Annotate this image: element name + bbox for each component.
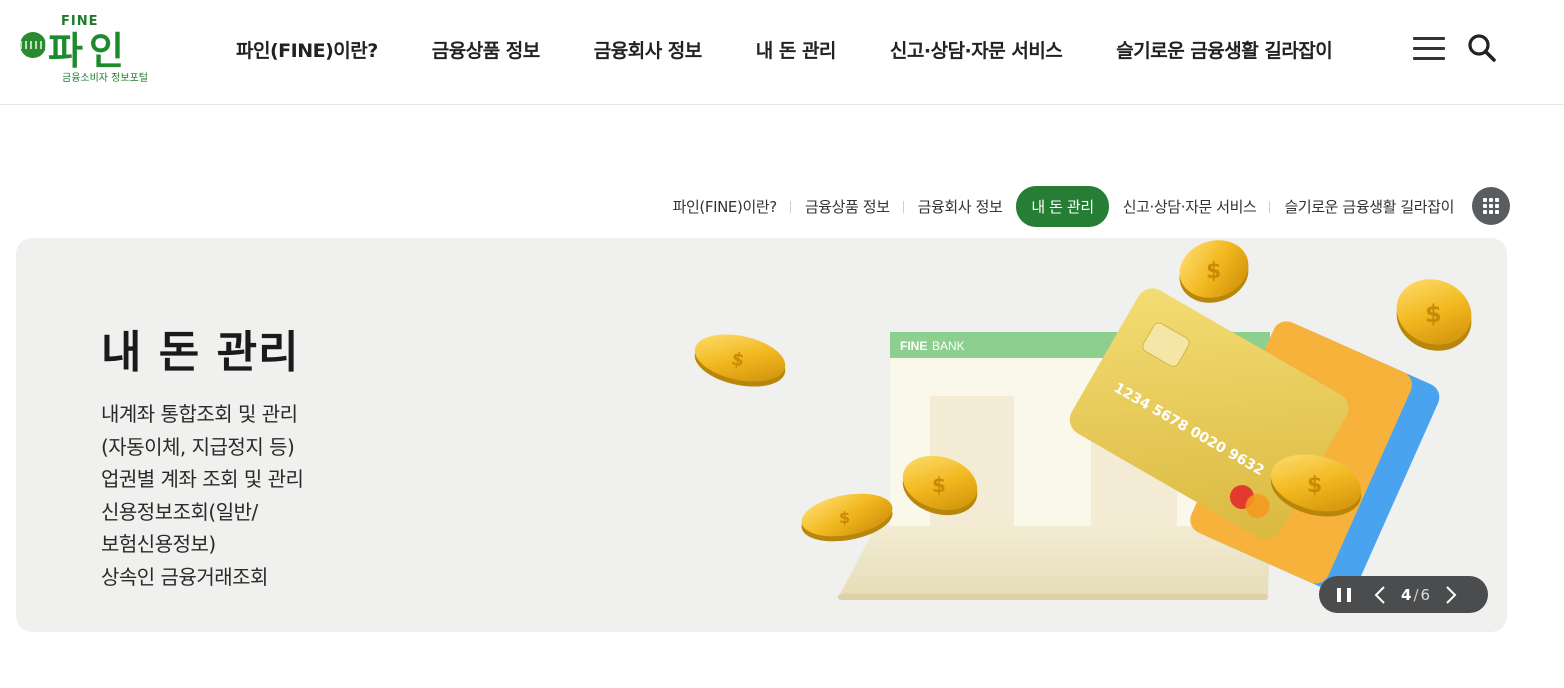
search-icon[interactable] (1466, 32, 1498, 64)
svg-text:$: $ (1425, 300, 1442, 328)
chevron-right-icon[interactable] (1440, 584, 1462, 606)
coin-icon: $ (1179, 240, 1249, 303)
slide-current: 4 (1401, 585, 1412, 604)
svg-text:$: $ (1206, 259, 1221, 284)
gnb-item-about[interactable]: 파인(FINE)이란? (236, 36, 378, 62)
bank-label-bold: FINE (900, 339, 927, 353)
site-header: FINE 파인 금융소비자 정보포털 파인(FINE)이란? 금융상품 정보 금… (0, 0, 1564, 105)
subnav-item-my-money[interactable]: 내 돈 관리 (1016, 185, 1109, 227)
svg-text:$: $ (1307, 473, 1322, 498)
banner-description: 내계좌 통합조회 및 관리 (자동이체, 지급정지 등) 업권별 계좌 조회 및… (101, 398, 401, 593)
gnb-item-report-service[interactable]: 신고·상담·자문 서비스 (890, 36, 1063, 62)
banner-desc-line: 업권별 계좌 조회 및 관리 (101, 467, 304, 491)
banner-desc-line: (자동이체, 지급정지 등) (101, 434, 295, 459)
gnb-item-my-money[interactable]: 내 돈 관리 (756, 36, 837, 62)
slide-total: 6 (1420, 585, 1431, 604)
subnav-item-report-service[interactable]: 신고·상담·자문 서비스 (1109, 196, 1271, 217)
subnav-item-products[interactable]: 금융상품 정보 (791, 196, 904, 217)
finance-illustration: FINE BANK 1234 5678 0020 9632 $ $ $ $ $ … (694, 240, 1472, 600)
site-logo[interactable]: FINE 파인 금융소비자 정보포털 (15, 14, 158, 86)
pause-icon[interactable] (1337, 587, 1351, 602)
subnav-item-about[interactable]: 파인(FINE)이란? (659, 196, 792, 217)
banner-desc-line: 보험신용정보) (101, 532, 216, 556)
global-nav: 파인(FINE)이란? 금융상품 정보 금융회사 정보 내 돈 관리 신고·상담… (236, 36, 1333, 62)
grid-menu-button[interactable] (1472, 187, 1510, 225)
logo-sun-icon (15, 32, 51, 58)
grid-icon (1483, 198, 1499, 214)
slider-controls: 4/6 (1319, 576, 1488, 613)
coin-icon: $ (1396, 279, 1472, 351)
coin-icon: $ (694, 334, 786, 387)
banner-title: 내 돈 관리 (101, 327, 300, 378)
hamburger-menu-icon[interactable] (1413, 37, 1445, 61)
gnb-item-companies[interactable]: 금융회사 정보 (594, 36, 703, 62)
svg-text:$: $ (932, 473, 946, 497)
banner-desc-line: 신용정보조회(일반/ (101, 499, 258, 524)
hero-banner: 내 돈 관리 내계좌 통합조회 및 관리 (자동이체, 지급정지 등) 업권별 … (16, 238, 1507, 632)
svg-text:$: $ (839, 508, 850, 527)
slide-counter: 4/6 (1401, 586, 1430, 604)
banner-desc-line: 상속인 금융거래조회 (101, 564, 268, 589)
gnb-item-products[interactable]: 금융상품 정보 (432, 36, 541, 62)
slide-separator: / (1413, 585, 1419, 604)
gnb-item-guide[interactable]: 슬기로운 금융생활 길라잡이 (1116, 36, 1333, 62)
banner-desc-line: 내계좌 통합조회 및 관리 (101, 402, 298, 426)
logo-subtitle: 금융소비자 정보포털 (62, 73, 148, 84)
sub-nav: 파인(FINE)이란? 금융상품 정보 금융회사 정보 내 돈 관리 신고·상담… (580, 185, 1510, 227)
logo-main-text: 파인 (48, 29, 130, 73)
subnav-item-companies[interactable]: 금융회사 정보 (904, 196, 1017, 217)
bank-label: BANK (932, 339, 965, 353)
subnav-item-guide[interactable]: 슬기로운 금융생활 길라잡이 (1270, 196, 1468, 217)
chevron-left-icon[interactable] (1369, 584, 1391, 606)
